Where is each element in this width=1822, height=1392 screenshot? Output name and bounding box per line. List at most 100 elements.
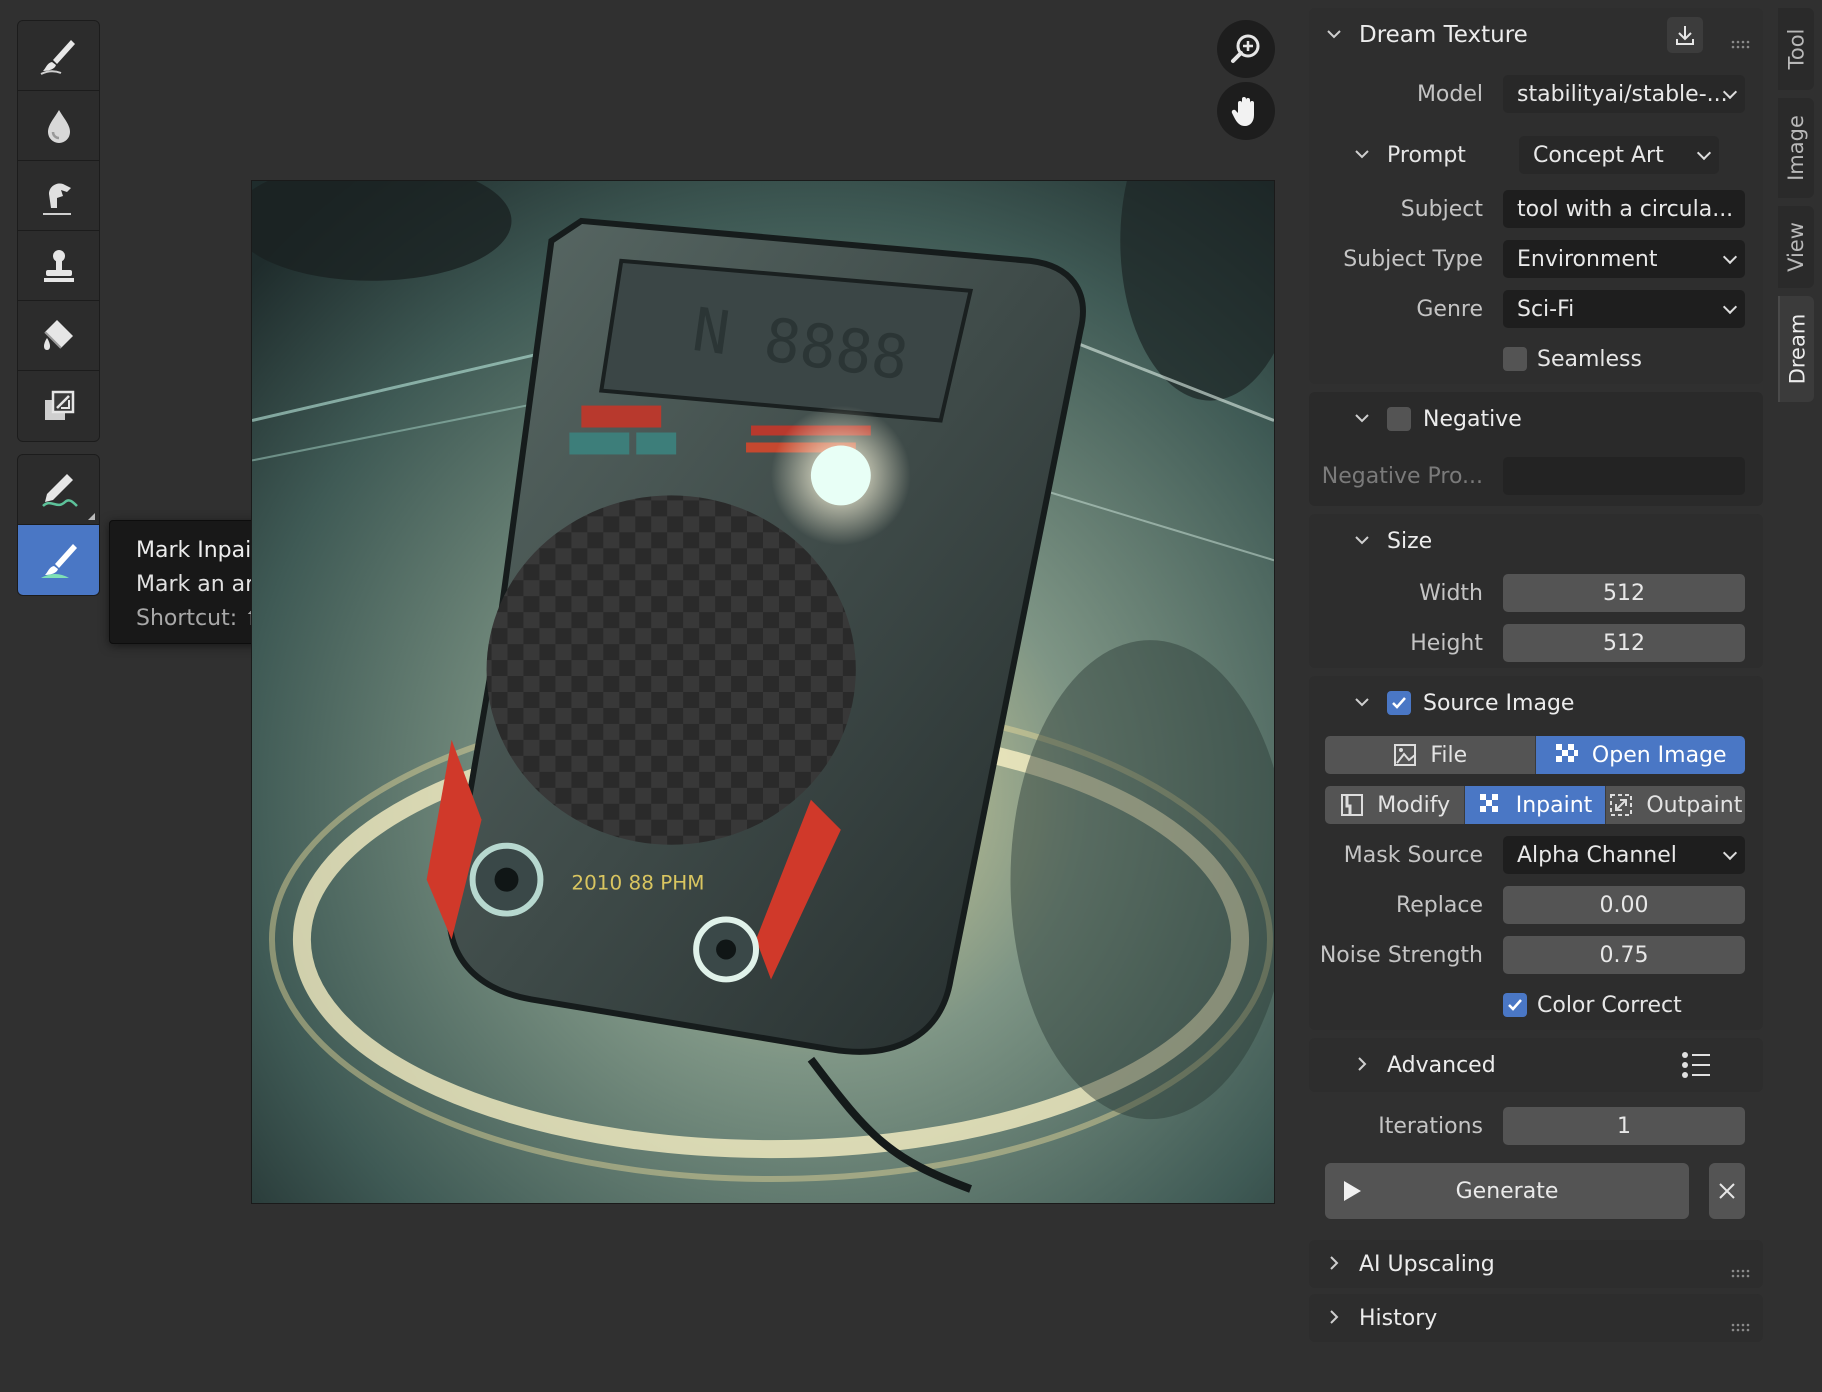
tool-mask[interactable] <box>18 371 99 441</box>
width-row: Width 512 <box>1309 568 1763 618</box>
noise-strength-field[interactable]: 0.75 <box>1503 936 1745 974</box>
tab-dream[interactable]: Dream <box>1778 296 1814 402</box>
advanced-header[interactable]: Advanced <box>1309 1038 1763 1092</box>
source-open-image-label: Open Image <box>1591 742 1727 768</box>
drag-handle-icon[interactable] <box>1731 1259 1753 1278</box>
chevron-right-icon <box>1325 1308 1345 1328</box>
tool-soften[interactable] <box>18 91 99 161</box>
section-title: History <box>1359 1305 1438 1331</box>
image-canvas[interactable]: N 8888 2010 88 PHM <box>251 180 1275 1204</box>
dream-texture-section: Dream Texture Model stabilityai/stable-.… <box>1309 8 1763 384</box>
dream-texture-header[interactable]: Dream Texture <box>1309 8 1763 62</box>
annotate-pencil-icon <box>41 473 78 507</box>
replace-row: Replace 0.00 <box>1309 880 1763 930</box>
tool-mark-inpaint-area[interactable] <box>18 525 99 595</box>
prompt-label: Prompt <box>1387 142 1466 168</box>
mask-source-dropdown[interactable]: Alpha Channel <box>1503 836 1745 874</box>
negative-section: Negative Negative Pro... <box>1309 392 1763 506</box>
annotate-tools-group <box>17 454 100 596</box>
genre-dropdown[interactable]: Sci-Fi <box>1503 290 1745 328</box>
import-button[interactable] <box>1667 17 1703 53</box>
sidebar-tabs: Tool Image View Dream <box>1778 8 1814 410</box>
chevron-down-icon[interactable] <box>1353 145 1373 165</box>
prompt-preset-dropdown[interactable]: Concept Art <box>1519 136 1719 174</box>
drag-handle-icon[interactable] <box>1731 30 1753 49</box>
paint-tools-group <box>17 20 100 442</box>
play-icon <box>1344 1181 1361 1201</box>
tool-fill[interactable] <box>18 301 99 371</box>
negative-prompt-label: Negative Pro... <box>1321 463 1483 489</box>
source-image-checkbox[interactable] <box>1387 691 1411 715</box>
color-correct-row: Color Correct <box>1309 980 1763 1030</box>
source-segmented: File Open Image <box>1325 736 1745 774</box>
seamless-checkbox[interactable] <box>1503 347 1527 371</box>
noise-strength-row: Noise Strength 0.75 <box>1309 930 1763 980</box>
subject-type-dropdown[interactable]: Environment <box>1503 240 1745 278</box>
history-header[interactable]: History <box>1309 1294 1763 1342</box>
negative-prompt-input[interactable] <box>1503 457 1745 495</box>
mode-modify-option[interactable]: Modify <box>1325 786 1466 824</box>
tool-clone[interactable] <box>18 231 99 301</box>
model-label: Model <box>1416 81 1483 107</box>
checker-image-icon <box>1555 744 1578 762</box>
zoom-button[interactable] <box>1217 20 1275 78</box>
mode-outpaint-option[interactable]: Outpaint <box>1605 786 1745 824</box>
section-title: Advanced <box>1387 1052 1496 1078</box>
negative-prompt-row: Negative Pro... <box>1309 446 1763 506</box>
tab-tool[interactable]: Tool <box>1778 8 1814 90</box>
chevron-down-icon <box>1325 25 1345 45</box>
tab-view-label: View <box>1784 222 1808 272</box>
source-open-image-option[interactable]: Open Image <box>1535 736 1745 774</box>
tab-image[interactable]: Image <box>1778 98 1814 198</box>
history-section: History <box>1309 1294 1763 1342</box>
replace-field[interactable]: 0.00 <box>1503 886 1745 924</box>
height-row: Height 512 <box>1309 618 1763 668</box>
presets-list-icon[interactable] <box>1681 1051 1711 1079</box>
subject-label: Subject <box>1400 196 1483 222</box>
seamless-label: Seamless <box>1537 346 1642 372</box>
source-file-label: File <box>1430 742 1468 768</box>
zoom-in-icon <box>1231 34 1260 63</box>
mode-inpaint-option[interactable]: Inpaint <box>1465 786 1606 824</box>
source-image-header[interactable]: Source Image <box>1309 676 1763 730</box>
modify-icon <box>1341 794 1364 816</box>
noise-strength-label: Noise Strength <box>1319 942 1483 968</box>
size-section: Size Width 512 Height 512 <box>1309 514 1763 668</box>
tool-draw[interactable] <box>18 21 99 91</box>
ai-upscaling-section: AI Upscaling <box>1309 1240 1763 1288</box>
cancel-generate-button[interactable] <box>1709 1163 1745 1219</box>
width-field[interactable]: 512 <box>1503 574 1745 612</box>
submenu-indicator <box>88 513 95 520</box>
mode-modify-label: Modify <box>1377 792 1451 818</box>
paint-bucket-icon <box>43 319 73 350</box>
size-header[interactable]: Size <box>1309 514 1763 568</box>
smear-finger-icon <box>42 182 71 215</box>
download-icon <box>1676 26 1694 45</box>
pan-button[interactable] <box>1217 82 1275 140</box>
section-title: Dream Texture <box>1359 22 1528 48</box>
subject-row: Subject tool with a circula... <box>1309 184 1763 234</box>
negative-header[interactable]: Negative <box>1309 392 1763 446</box>
section-title: Source Image <box>1423 690 1575 716</box>
brush-icon <box>40 39 75 75</box>
generate-button[interactable]: Generate <box>1325 1163 1689 1219</box>
height-field[interactable]: 512 <box>1503 624 1745 662</box>
iterations-field[interactable]: 1 <box>1503 1107 1745 1145</box>
subject-input[interactable]: tool with a circula... <box>1503 190 1745 228</box>
model-dropdown[interactable]: stabilityai/stable-... <box>1503 75 1745 113</box>
subject-type-row: Subject Type Environment <box>1309 234 1763 284</box>
chevron-down-icon <box>1353 693 1373 713</box>
drag-handle-icon[interactable] <box>1731 1313 1753 1332</box>
tool-shelf <box>17 20 100 608</box>
tab-view[interactable]: View <box>1778 206 1814 288</box>
section-title: Size <box>1387 528 1433 554</box>
color-correct-label: Color Correct <box>1537 992 1682 1018</box>
tab-dream-label: Dream <box>1785 313 1809 385</box>
ai-upscaling-header[interactable]: AI Upscaling <box>1309 1240 1763 1288</box>
tool-annotate[interactable] <box>18 455 99 525</box>
height-label: Height <box>1410 630 1483 656</box>
source-file-option[interactable]: File <box>1325 736 1536 774</box>
tool-smear[interactable] <box>18 161 99 231</box>
negative-checkbox[interactable] <box>1387 407 1411 431</box>
color-correct-checkbox[interactable] <box>1503 993 1527 1017</box>
